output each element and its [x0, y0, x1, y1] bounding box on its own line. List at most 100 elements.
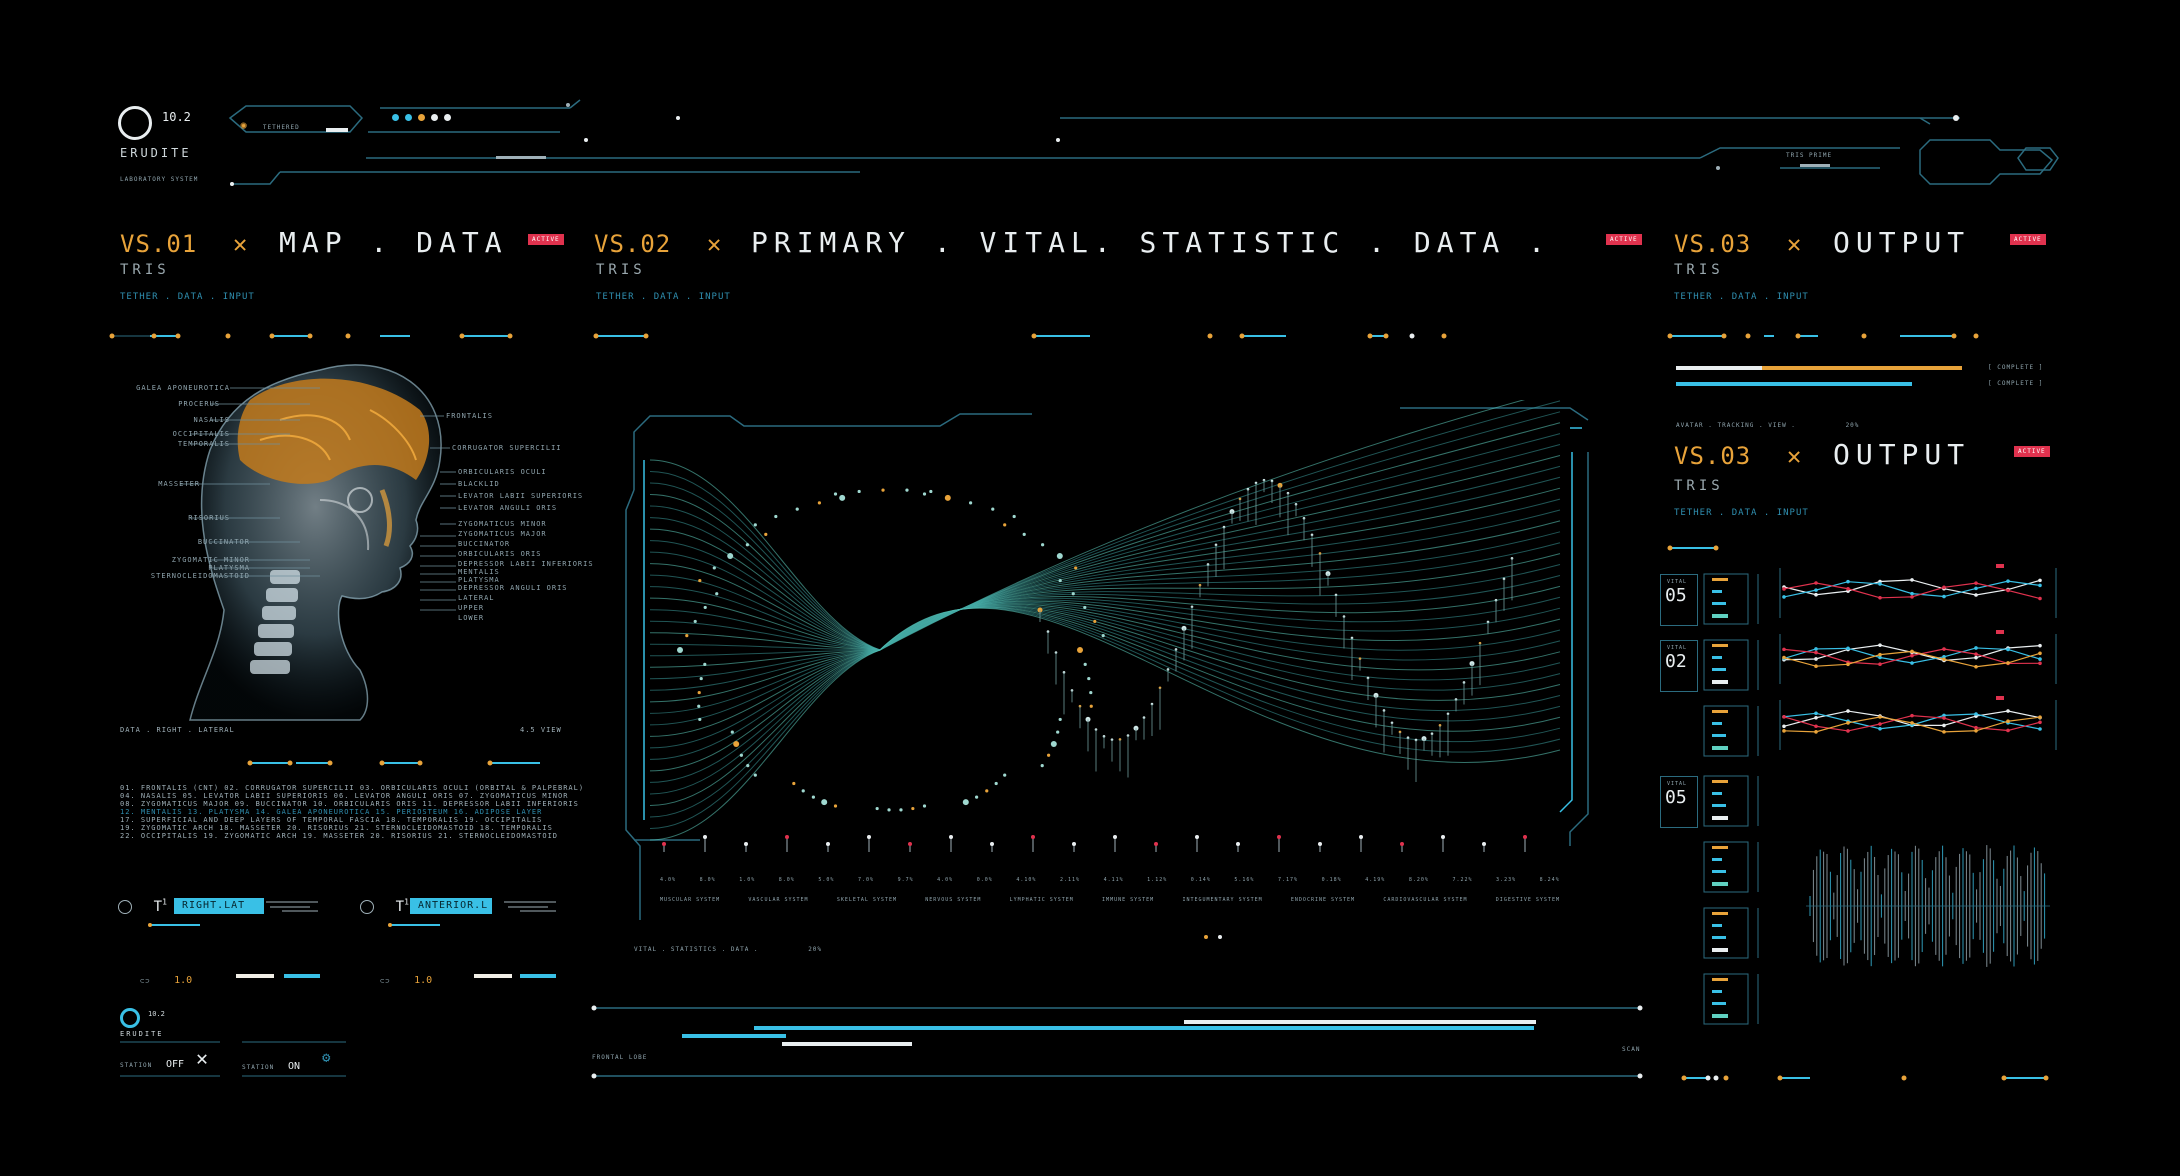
slider-value: 1.0 [174, 975, 193, 986]
particle-dot [1047, 753, 1051, 757]
progress-complete-1 [1676, 366, 1962, 370]
mini-bar [1712, 1002, 1726, 1005]
system-label[interactable]: SKELETAL SYSTEM [837, 897, 897, 903]
tick-value: 8.20% [1408, 877, 1429, 883]
particle-dot [1012, 514, 1016, 519]
tick-marker-head [908, 842, 912, 846]
particle-dot [1003, 773, 1007, 777]
vital-value: 05 [1665, 787, 1687, 808]
vital-mini-bars [1703, 573, 1759, 1025]
page-dot-icon[interactable] [1204, 935, 1208, 939]
particle-dot [1056, 552, 1063, 559]
tick-value: 0.0% [976, 877, 993, 883]
mini-bar [1712, 710, 1728, 713]
tick-value: 1.12% [1147, 877, 1168, 883]
particle-dot [795, 507, 799, 511]
cross-icon: ✕ [1786, 442, 1802, 470]
muscle-list: 01. FRONTALIS (CNT) 02. CORRUGATOR SUPER… [120, 784, 584, 840]
particle-dot [1071, 592, 1075, 596]
frontal-lobe-label: FRONTAL LOBE [592, 1054, 648, 1061]
panel4-divider [1667, 545, 1719, 551]
muscle-label: GALEA APONEUROTICA [136, 384, 230, 392]
mini-bar [1712, 780, 1728, 783]
particle-dot [817, 501, 821, 505]
particle-dot [1040, 764, 1044, 768]
particle-dot [703, 605, 707, 610]
link-icon: ⊂⊃ [380, 977, 391, 985]
tick-marker-head [785, 835, 789, 839]
slider-fill[interactable] [520, 974, 556, 978]
particle-dot [821, 799, 828, 806]
particle-dots [677, 478, 1514, 812]
panel-tether[interactable]: TETHER . DATA . INPUT [120, 292, 255, 302]
particle-dot [875, 806, 879, 811]
mini-bar [1712, 656, 1722, 659]
fiber-strand [649, 411, 1561, 651]
system-label[interactable]: CARDIOVASCULAR SYSTEM [1383, 897, 1467, 903]
particle-dot [745, 543, 749, 547]
muscle-list-line: 01. FRONTALIS (CNT) 02. CORRUGATOR SUPER… [120, 784, 585, 792]
bottom-timeline [591, 1005, 1643, 1079]
slider-value: 1.0 [414, 975, 433, 986]
control-sup: 1 [162, 897, 167, 907]
page-dots[interactable] [1204, 924, 1222, 943]
system-label[interactable]: DIGESTIVE SYSTEM [1496, 897, 1560, 903]
particle-dot [712, 566, 716, 570]
tick-value: 4.0% [937, 877, 954, 883]
link-icon: ⊂⊃ [140, 977, 151, 985]
mini-bar [1712, 978, 1728, 981]
system-label[interactable]: ENDOCRINE SYSTEM [1291, 897, 1355, 903]
tick-value: 7.22% [1452, 877, 1473, 883]
particle-dot [811, 795, 815, 799]
slider-row-1[interactable]: ⊂⊃ 1.0 [140, 968, 192, 987]
tick-marker-head [867, 835, 871, 839]
target-icon[interactable] [118, 899, 132, 914]
particle-dot [746, 764, 750, 768]
system-label[interactable]: INTEGUMENTARY SYSTEM [1182, 897, 1262, 903]
mini-bar [1712, 870, 1726, 873]
panel-tether[interactable]: TETHER . DATA . INPUT [596, 292, 731, 302]
vital-box-2[interactable]: VITAL 02 [1660, 640, 1698, 692]
system-label[interactable]: LYMPHATIC SYSTEM [1010, 897, 1074, 903]
particle-dot [1058, 578, 1062, 583]
tracking-value: 20% [1845, 422, 1860, 429]
mini-bar [1712, 912, 1728, 915]
tether-widget[interactable]: ✺ TETHERED [240, 114, 300, 133]
particle-dot [733, 741, 740, 748]
vital-box-3[interactable]: VITAL 05 [1660, 776, 1698, 828]
mini-bar [1712, 936, 1726, 939]
vital-box-1[interactable]: VITAL 05 [1660, 574, 1698, 626]
control-anterior[interactable]: T1 [360, 896, 409, 915]
system-label[interactable]: NERVOUS SYSTEM [925, 897, 981, 903]
chip-anterior[interactable]: ANTERIOR.L [410, 898, 492, 914]
tick-marker-head [1523, 835, 1527, 839]
muscle-label: ZYGOMATICUS MAJOR [458, 530, 547, 538]
vital-visualization [625, 400, 1589, 920]
tick-marker-head [826, 842, 830, 846]
tick-marker-head [1359, 835, 1363, 839]
system-label[interactable]: MUSCULAR SYSTEM [660, 897, 720, 903]
mini-bar [1712, 846, 1728, 849]
particle-dot [905, 488, 909, 492]
slider-fill[interactable] [236, 974, 274, 978]
waveform-bars [1806, 845, 2050, 967]
panel-map-data-header: VS.01 ✕ MAP . DATA [120, 226, 508, 259]
status-dot-icon [405, 114, 412, 121]
particle-dot [922, 492, 927, 496]
chip-right-lat[interactable]: RIGHT.LAT [174, 898, 264, 914]
tether-label: TETHERED [262, 124, 300, 131]
system-label[interactable]: IMMUNE SYSTEM [1102, 897, 1154, 903]
slider-fill[interactable] [474, 974, 512, 978]
tick-value: 1.0% [739, 877, 756, 883]
control-right-lat[interactable]: T1 [118, 896, 167, 915]
system-label[interactable]: VASCULAR SYSTEM [748, 897, 808, 903]
tick-marker-head [662, 842, 666, 846]
target-icon[interactable] [360, 899, 374, 914]
panel-tether[interactable]: TETHER . DATA . INPUT [1674, 292, 1809, 302]
slider-row-2[interactable]: ⊂⊃ 1.0 [380, 968, 432, 987]
muscle-list-line: 22. OCCIPITALIS 19. ZYGOMATIC ARCH 19. M… [120, 832, 559, 840]
page-dot-icon[interactable] [1217, 935, 1222, 939]
tick-value: 4.11% [1103, 877, 1124, 883]
panel-tether[interactable]: TETHER . DATA . INPUT [1674, 508, 1809, 518]
slider-fill[interactable] [284, 974, 320, 978]
